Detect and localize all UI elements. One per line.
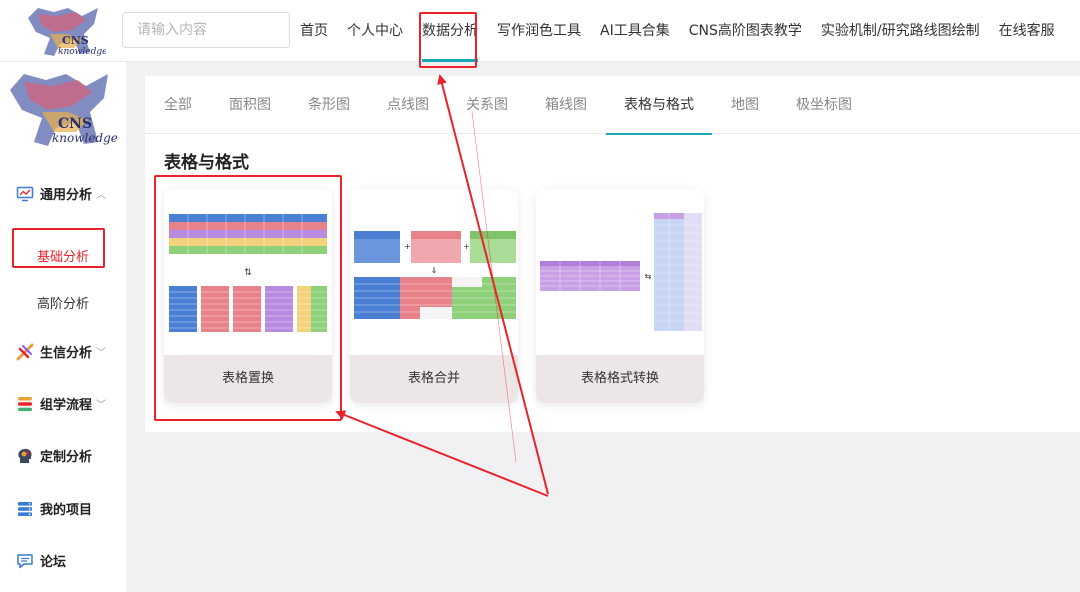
sidebar-item-label: 通用分析 [40,188,93,203]
sidebar-logo[interactable]: CNS knowledge [6,68,118,148]
sidebar-item-bioinfo[interactable]: 生信分析 ﹀ [16,342,106,361]
svg-text:⇓: ⇓ [431,266,438,275]
tab-relationship-chart[interactable]: 关系图 [466,76,508,134]
svg-text:CNS: CNS [62,34,89,47]
chevron-up-icon: ︿ [96,190,107,201]
tab-bar-chart[interactable]: 条形图 [308,76,350,134]
nav-cns-charts[interactable]: CNS高阶图表教学 [689,0,802,62]
tab-polar-chart[interactable]: 极坐标图 [796,76,852,134]
nav-home[interactable]: 首页 [300,0,328,62]
nav-writing-tools[interactable]: 写作润色工具 [497,0,581,62]
dna-icon [16,343,34,360]
section-title: 表格与格式 [164,153,249,173]
category-tabs: 全部 面积图 条形图 点线图 关系图 箱线图 表格与格式 地图 极坐标图 [145,76,1080,135]
svg-text:CNS: CNS [58,116,92,132]
card-label: 表格格式转换 [536,355,704,403]
nav-ai-tools[interactable]: AI工具合集 [600,0,670,62]
tab-table-format[interactable]: 表格与格式 [606,76,712,135]
nav-profile[interactable]: 个人中心 [347,0,403,62]
site-logo[interactable]: CNS knowledge [24,4,106,58]
sidebar-item-label: 生信分析 [40,346,93,361]
card-label: 表格合并 [350,355,518,403]
chart-monitor-icon [16,186,34,201]
svg-text:knowledge: knowledge [58,47,106,57]
nav-online-support[interactable]: 在线客服 [999,0,1055,62]
table-merge-thumbnail: + + ⇓ [354,231,516,319]
server-icon [18,501,32,516]
nav-mechanism-diagram[interactable]: 实验机制/研究路线图绘制 [821,0,980,62]
sidebar-item-label: 我的项目 [40,503,93,518]
svg-text:+: + [404,242,411,251]
sidebar-sub-basic-analysis[interactable]: 基础分析 [0,246,126,265]
chevron-down-icon: ﹀ [96,400,107,411]
sidebar: CNS knowledge 通用分析 ︿ 基础分析 高阶分析 生信分析 ﹀ 组学… [0,62,126,592]
brain-icon [18,448,32,463]
main-nav: 首页 个人中心 数据分析 写作润色工具 AI工具合集 CNS高阶图表教学 实验机… [300,0,1074,62]
search-input[interactable] [122,12,290,48]
svg-text:knowledge: knowledge [52,131,118,145]
svg-text:⇅: ⇅ [244,268,252,278]
table-transpose-thumbnail: ⇅ [169,214,327,332]
tab-point-line-chart[interactable]: 点线图 [387,76,429,134]
card-table-transpose[interactable]: ⇅ 表格置换 [164,189,332,403]
sidebar-sub-advanced-analysis[interactable]: 高阶分析 [0,293,126,312]
sidebar-item-label: 组学流程 [40,398,93,413]
sidebar-item-label: 论坛 [40,555,67,570]
layers-icon [18,396,32,411]
card-table-merge[interactable]: + + ⇓ 表格合并 [350,189,518,403]
chat-icon [17,553,33,568]
content-panel: 全部 面积图 条形图 点线图 关系图 箱线图 表格与格式 地图 极坐标图 表格与… [145,76,1080,432]
sidebar-item-general-analysis[interactable]: 通用分析 ︿ [16,184,106,203]
tab-area-chart[interactable]: 面积图 [229,76,271,134]
tab-map[interactable]: 地图 [731,76,759,134]
card-label: 表格置换 [164,355,332,403]
tab-all[interactable]: 全部 [164,76,192,134]
svg-text:+: + [463,242,470,251]
top-bar: CNS knowledge 首页 个人中心 数据分析 写作润色工具 AI工具合集… [0,0,1080,62]
nav-data-analysis[interactable]: 数据分析 [422,0,478,62]
tab-box-plot[interactable]: 箱线图 [545,76,587,134]
sidebar-item-custom[interactable]: 定制分析 [16,446,92,465]
card-table-format-conversion[interactable]: ⇆ 表格格式转换 [536,189,704,403]
sidebar-item-label: 定制分析 [40,450,93,465]
svg-text:⇆: ⇆ [645,272,652,281]
sidebar-item-omics[interactable]: 组学流程 ﹀ [16,394,106,413]
sidebar-item-my-projects[interactable]: 我的项目 [16,499,92,518]
table-format-conversion-thumbnail: ⇆ [540,213,702,331]
chevron-down-icon: ﹀ [96,348,107,359]
sidebar-item-forum[interactable]: 论坛 [16,551,66,570]
